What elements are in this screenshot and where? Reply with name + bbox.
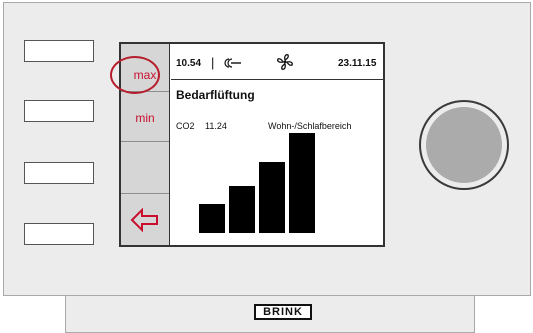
key-icon [219, 56, 243, 73]
menu-min-label: min [135, 110, 155, 125]
side-button-3[interactable] [24, 162, 94, 184]
sensor-label: CO2 [176, 121, 195, 131]
side-button-2[interactable] [24, 100, 94, 122]
zone-label: Wohn-/Schlafbereich [268, 121, 352, 131]
level-bar-1 [199, 204, 225, 233]
level-bar-3 [259, 162, 285, 233]
status-bar: 10.54 | 23.11.15 [171, 44, 383, 80]
sensor-value: 11.24 [205, 121, 227, 131]
selection-highlight-ring [110, 56, 160, 94]
menu-min-button[interactable]: min [121, 94, 169, 142]
menu-empty-slot[interactable] [121, 146, 169, 194]
brand-logo: BRINK [254, 304, 312, 320]
side-button-4[interactable] [24, 223, 94, 245]
rotary-knob-center[interactable] [426, 107, 502, 183]
fan-icon [276, 53, 294, 74]
level-bar-2 [229, 186, 255, 233]
menu-back-button[interactable] [121, 196, 169, 244]
status-separator: | [211, 55, 215, 70]
side-button-1[interactable] [24, 40, 94, 62]
screen-title: Bedarflüftung [176, 88, 255, 102]
status-time: 10.54 [176, 58, 202, 69]
level-bar-4 [289, 133, 315, 233]
back-arrow-icon [130, 208, 158, 232]
status-date: 23.11.15 [338, 58, 377, 69]
